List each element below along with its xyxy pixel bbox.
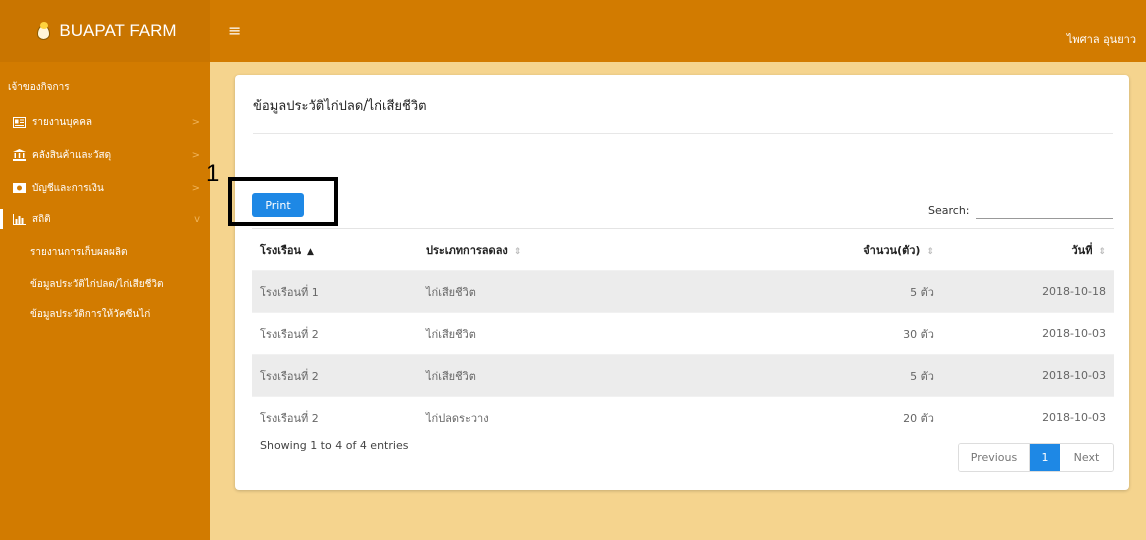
brand-logo[interactable]: BUAPAT FARM <box>0 0 210 62</box>
cell-quantity: 30 ตัว <box>718 312 942 355</box>
table-row: โรงเรือนที่ 2 ไก่เสียชีวิต 30 ตัว 2018-1… <box>252 312 1114 355</box>
cell-quantity: 20 ตัว <box>718 396 942 439</box>
search-label: Search: <box>928 204 970 217</box>
sidebar-item-label: บัญชีและการเงิน <box>32 182 104 194</box>
cell-house: โรงเรือนที่ 2 <box>252 312 418 355</box>
chevron-right-icon: > <box>191 182 200 194</box>
pagination: Previous 1 Next <box>958 443 1114 472</box>
sidebar-item-label: สถิติ <box>32 213 51 225</box>
chevron-right-icon: > <box>191 149 200 161</box>
chevron-right-icon: > <box>191 116 200 128</box>
table-info: Showing 1 to 4 of 4 entries <box>260 439 409 452</box>
cell-reduction-type: ไก่เสียชีวิต <box>418 270 718 313</box>
pagination-next[interactable]: Next <box>1060 444 1113 471</box>
cell-quantity: 5 ตัว <box>718 354 942 397</box>
bank-icon <box>12 149 26 161</box>
user-name[interactable]: ไพศาล อุนยาว <box>1067 30 1136 48</box>
brand-name: BUAPAT FARM <box>59 21 177 40</box>
table-row: โรงเรือนที่ 2 ไก่ปลดระวาง 20 ตัว 2018-10… <box>252 396 1114 439</box>
sidebar: เจ้าของกิจการ รายงานบุคคล > คลังสินค้าแล… <box>0 62 210 540</box>
sidebar-subitem-chicken-loss-history[interactable]: ข้อมูลประวัติไก่ปลด/ไก่เสียชีวิต <box>30 277 164 292</box>
table-row: โรงเรือนที่ 2 ไก่เสียชีวิต 5 ตัว 2018-10… <box>252 354 1114 397</box>
pagination-page[interactable]: 1 <box>1030 444 1060 471</box>
sidebar-item-personnel-report[interactable]: รายงานบุคคล > <box>0 112 210 132</box>
cell-date: 2018-10-03 <box>942 396 1114 439</box>
cell-date: 2018-10-18 <box>942 270 1114 313</box>
sidebar-item-label: คลังสินค้าและวัสดุ <box>32 149 112 161</box>
sidebar-item-accounting[interactable]: บัญชีและการเงิน > <box>0 178 210 198</box>
cell-house: โรงเรือนที่ 1 <box>252 270 418 313</box>
top-bar: BUAPAT FARM ≡ ไพศาล อุนยาว <box>0 0 1146 62</box>
page-title: ข้อมูลประวัติไก่ปลด/ไก่เสียชีวิต <box>253 99 427 114</box>
column-header-reduction-type[interactable]: ประเภทการลดลง ⇕ <box>418 228 718 271</box>
sidebar-subitem-harvest-report[interactable]: รายงานการเก็บผลผลิต <box>30 245 128 260</box>
cell-reduction-type: ไก่เสียชีวิต <box>418 354 718 397</box>
cell-reduction-type: ไก่เสียชีวิต <box>418 312 718 355</box>
divider <box>253 133 1113 134</box>
cell-house: โรงเรือนที่ 2 <box>252 396 418 439</box>
column-header-date[interactable]: วันที่ ⇕ <box>942 228 1114 271</box>
cell-reduction-type: ไก่ปลดระวาง <box>418 396 718 439</box>
table-header-row: โรงเรือน ▲ ประเภทการลดลง ⇕ จำนวน(ตัว) ⇕ วัน… <box>252 228 1114 271</box>
data-table: โรงเรือน ▲ ประเภทการลดลง ⇕ จำนวน(ตัว) ⇕ วัน… <box>252 228 1114 439</box>
hamburger-icon[interactable]: ≡ <box>228 23 241 39</box>
sort-icon: ⇕ <box>926 246 934 257</box>
sidebar-item-label: รายงานบุคคล <box>32 116 93 128</box>
sort-icon: ⇕ <box>513 246 522 257</box>
table-row: โรงเรือนที่ 1 ไก่เสียชีวิต 5 ตัว 2018-10… <box>252 270 1114 313</box>
pagination-previous[interactable]: Previous <box>959 444 1030 471</box>
cell-date: 2018-10-03 <box>942 354 1114 397</box>
sort-icon: ⇕ <box>1098 246 1106 257</box>
annotation-number: 1 <box>206 160 220 187</box>
sidebar-item-statistics[interactable]: สถิติ v <box>0 209 210 229</box>
bar-chart-icon <box>12 213 26 225</box>
chick-egg-icon <box>33 21 53 41</box>
cell-quantity: 5 ตัว <box>718 270 942 313</box>
sidebar-subitem-vaccine-history[interactable]: ข้อมูลประวัติการให้วัคซีนไก่ <box>30 307 150 322</box>
cell-date: 2018-10-03 <box>942 312 1114 355</box>
cell-house: โรงเรือนที่ 2 <box>252 354 418 397</box>
sidebar-section-title: เจ้าของกิจการ <box>8 82 70 93</box>
money-icon <box>12 182 26 194</box>
column-header-house[interactable]: โรงเรือน ▲ <box>252 228 418 271</box>
id-card-icon <box>12 116 26 128</box>
sidebar-item-inventory[interactable]: คลังสินค้าและวัสดุ > <box>0 145 210 165</box>
column-header-quantity[interactable]: จำนวน(ตัว) ⇕ <box>718 228 942 271</box>
chevron-down-icon: v <box>194 213 200 225</box>
search-input[interactable] <box>976 202 1113 219</box>
print-button[interactable]: Print <box>252 193 304 217</box>
sort-asc-icon: ▲ <box>306 246 314 257</box>
